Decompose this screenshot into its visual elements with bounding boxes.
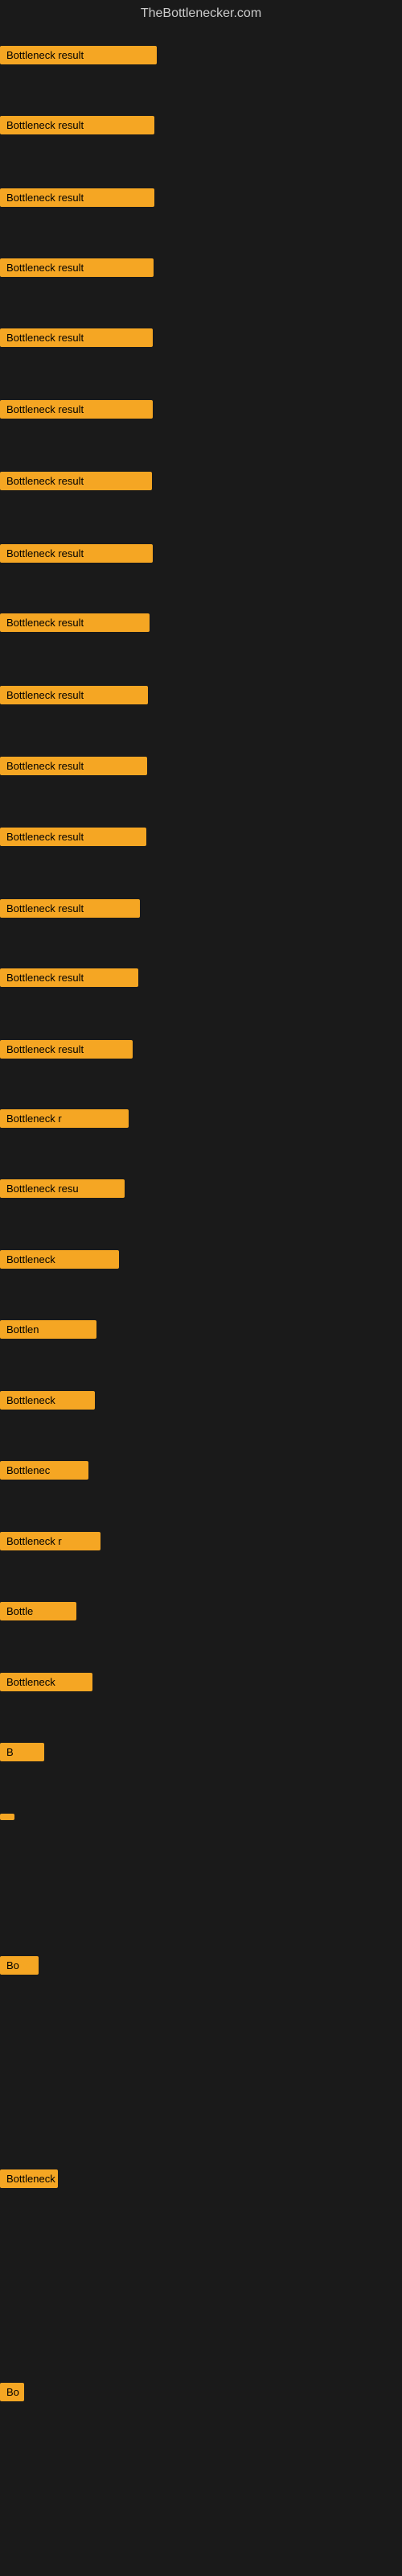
bottleneck-result-item: B — [0, 1743, 44, 1761]
bottleneck-result-item: Bottlenec — [0, 1461, 88, 1480]
bottleneck-result-item: Bottleneck — [0, 1673, 92, 1691]
bottleneck-result-item: Bottleneck result — [0, 188, 154, 207]
bottleneck-result-item: Bottleneck result — [0, 968, 138, 987]
bottleneck-result-item: Bottleneck result — [0, 328, 153, 347]
bottleneck-result-item: Bottleneck result — [0, 544, 153, 563]
bottleneck-result-item: Bottleneck result — [0, 116, 154, 134]
bottleneck-result-item: Bottleneck result — [0, 1040, 133, 1059]
bottleneck-result-item: Bottleneck result — [0, 46, 157, 64]
bottleneck-result-item: Bottleneck result — [0, 258, 154, 277]
bottleneck-result-item: Bottleneck result — [0, 472, 152, 490]
bottleneck-result-item: Bottleneck r — [0, 1109, 129, 1128]
bottleneck-result-item: Bottleneck r — [0, 1532, 100, 1550]
bottleneck-result-item: Bottleneck result — [0, 686, 148, 704]
bottleneck-result-item: Bottleneck result — [0, 899, 140, 918]
bottleneck-result-item: Bo — [0, 2383, 24, 2401]
bottleneck-result-item: Bottleneck resu — [0, 1179, 125, 1198]
bottleneck-result-item: Bottleneck result — [0, 400, 153, 419]
bottleneck-result-item: Bottle — [0, 1602, 76, 1620]
site-title: TheBottlenecker.com — [0, 0, 402, 24]
bottleneck-result-item: Bottleneck result — [0, 828, 146, 846]
bottleneck-result-item: Bottlen — [0, 1320, 96, 1339]
bottleneck-result-item: Bottleneck result — [0, 757, 147, 775]
bottleneck-result-item: Bo — [0, 1956, 39, 1975]
bottleneck-result-item: Bottleneck — [0, 1250, 119, 1269]
bottleneck-result-item — [0, 1814, 14, 1820]
bottleneck-result-item: Bottleneck r — [0, 2169, 58, 2188]
bottleneck-result-item: Bottleneck — [0, 1391, 95, 1410]
bottleneck-result-item: Bottleneck result — [0, 613, 150, 632]
